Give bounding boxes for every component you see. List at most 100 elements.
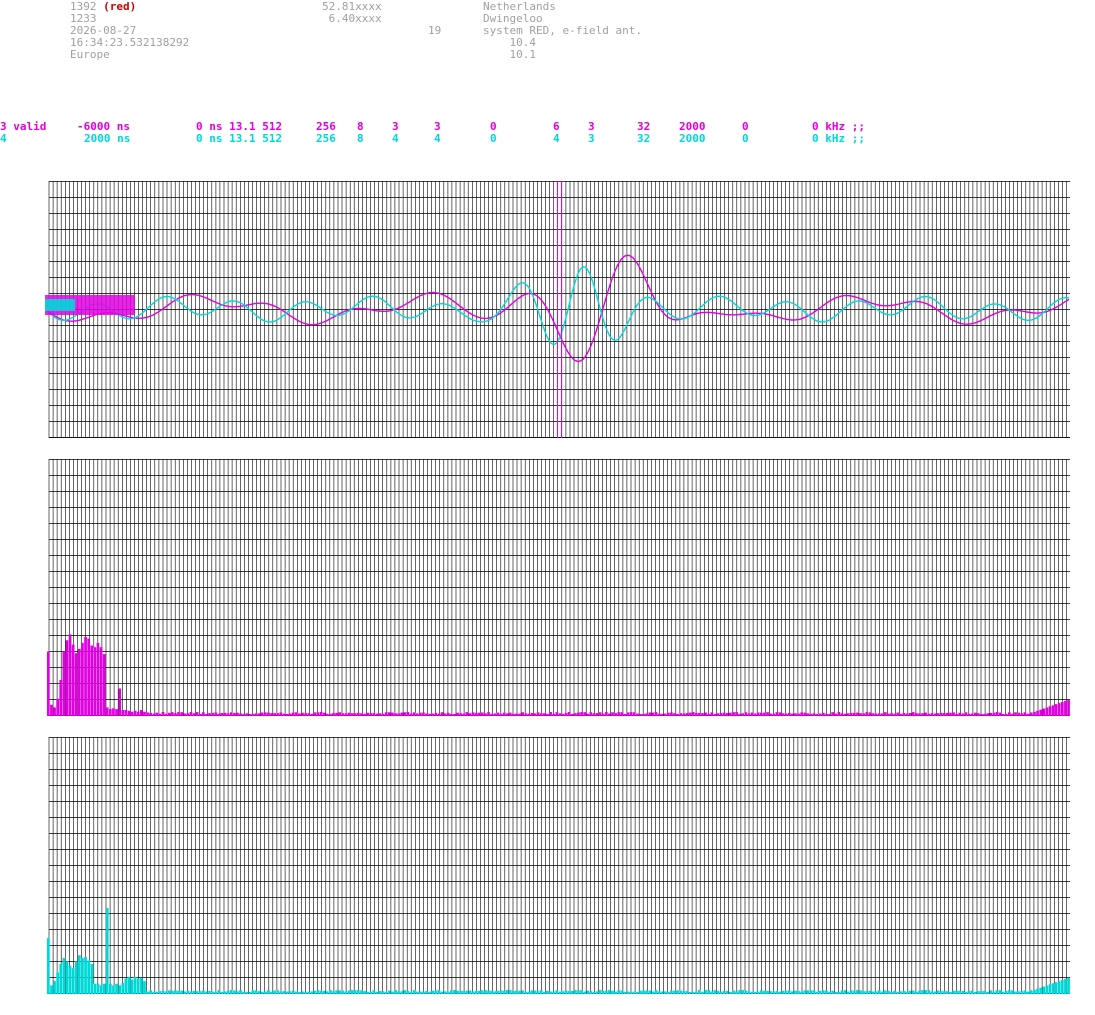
spectrum-cyan-floor-bar: [590, 991, 593, 994]
spectrum-cyan-floor-bar: [289, 991, 292, 994]
spectrum-cyan-floor-bar: [896, 992, 899, 994]
spectrum-cyan-floor-bar: [859, 990, 862, 994]
spectrum-magenta-floor-bar: [205, 714, 208, 716]
spectrum-magenta-floor-bar: [788, 713, 791, 716]
spectrum-cyan-bar: [69, 966, 72, 994]
spectrum-magenta-bar: [47, 652, 50, 717]
spectrum-cyan-floor-bar: [475, 991, 478, 994]
spectrum-cyan-floor-bar: [413, 990, 416, 994]
spectrum-cyan-floor-bar: [630, 992, 633, 994]
spectrum-cyan-floor-bar: [233, 991, 236, 995]
spectrum-plot-magenta[interactable]: [45, 459, 1070, 716]
channel-c8: 3: [588, 133, 595, 145]
spectrum-cyan-bar: [84, 957, 87, 994]
spectrum-magenta-floor-bar: [937, 713, 940, 716]
spectrum-cyan-floor-bar: [627, 992, 630, 995]
spectrum-cyan-floor-bar: [1014, 992, 1017, 995]
spectrum-magenta-floor-bar: [233, 713, 236, 716]
spectrum-magenta-floor-bar: [329, 714, 332, 716]
grid-lines: [49, 459, 1070, 716]
spectrum-magenta-floor-bar: [242, 714, 245, 716]
spectrum-magenta-floor-bar: [190, 712, 193, 716]
spectrum-cyan-floor-bar: [887, 991, 890, 994]
spectrum-cyan-floor-bar: [676, 990, 679, 994]
spectrum-cyan-floor-bar: [909, 991, 912, 994]
spectrum-magenta-floor-bar: [1017, 713, 1020, 716]
waveform-plot[interactable]: [45, 181, 1070, 438]
spectrum-magenta-floor-bar: [453, 714, 456, 716]
spectrum-magenta-floor-bar: [1027, 714, 1030, 716]
spectrum-magenta-floor-bar: [298, 713, 301, 716]
spectrum-cyan-floor-bar: [152, 992, 155, 994]
spectrum-cyan-floor-bar: [825, 991, 828, 994]
spectrum-cyan-bar: [103, 984, 106, 994]
spectrum-magenta-floor-bar: [466, 712, 469, 716]
spectrum-magenta-floor-bar: [267, 713, 270, 716]
spectrum-magenta-floor-bar: [726, 713, 729, 716]
spectrum-magenta-floor-bar: [779, 712, 782, 716]
spectrum-cyan-floor-bar: [360, 990, 363, 994]
spectrum-magenta-floor-bar: [692, 712, 695, 716]
spectrum-magenta-floor-bar: [934, 714, 937, 717]
spectrum-magenta-floor-bar: [980, 714, 983, 716]
spectrum-cyan-floor-bar: [379, 991, 382, 994]
spectrum-plot-cyan[interactable]: [45, 737, 1070, 994]
spectrum-cyan-floor-bar: [1005, 991, 1008, 994]
spectrum-magenta-floor-bar: [574, 713, 577, 716]
spectrum-cyan-floor-bar: [1027, 992, 1030, 994]
spectrum-magenta-floor-bar: [177, 712, 180, 716]
spectrum-cyan-floor-bar: [940, 991, 943, 994]
spectrum-cyan-floor-bar: [534, 991, 537, 994]
spectrum-cyan-floor-bar: [196, 991, 199, 994]
spectrum-magenta-floor-bar: [949, 713, 952, 716]
spectrum-cyan-floor-bar: [893, 991, 896, 994]
spectrum-magenta-floor-bar: [639, 714, 642, 716]
spectrum-magenta-bar: [59, 680, 62, 716]
spectrum-magenta-floor-bar: [214, 713, 217, 717]
spectrum-magenta-floor-bar: [679, 713, 682, 716]
spectrum-magenta-floor-bar: [174, 713, 177, 716]
spectrum-cyan-floor-bar: [943, 991, 946, 994]
spectrum-cyan-floor-bar: [850, 990, 853, 994]
spectrum-cyan-floor-bar: [493, 991, 496, 994]
spectrum-magenta-floor-bar: [552, 714, 555, 716]
spectrum-magenta-floor-bar: [862, 713, 865, 716]
spectrum-magenta-floor-bar: [444, 714, 447, 717]
spectrum-cyan-tail-bar: [1033, 990, 1036, 994]
spectrum-cyan-floor-bar: [816, 992, 819, 994]
channel-label: 4: [0, 133, 7, 145]
spectrum-cyan-floor-bar: [298, 992, 301, 994]
spectrum-cyan-floor-bar: [416, 992, 419, 994]
spectrum-magenta-floor-bar: [404, 712, 407, 716]
spectrum-cyan-floor-bar: [639, 991, 642, 994]
spectrum-magenta-floor-bar: [732, 712, 735, 716]
spectrum-magenta-floor-bar: [317, 712, 320, 716]
spectrum-magenta-floor-bar: [958, 713, 961, 716]
spectrum-canvas-magenta: [45, 459, 1070, 716]
spectrum-cyan-floor-bar: [1008, 990, 1011, 994]
spectrum-magenta-floor-bar: [171, 712, 174, 716]
spectrum-cyan-floor-bar: [441, 992, 444, 994]
spectrum-cyan-floor-bar: [559, 992, 562, 995]
spectrum-cyan-floor-bar: [1020, 991, 1023, 994]
spectrum-magenta-floor-bar: [921, 713, 924, 716]
spectrum-magenta-floor-bar: [295, 712, 298, 716]
spectrum-cyan-floor-bar: [314, 991, 317, 994]
spectrum-cyan-floor-bar: [757, 992, 760, 994]
spectrum-cyan-floor-bar: [794, 991, 797, 994]
spectrum-magenta-floor-bar: [193, 713, 196, 716]
spectrum-cyan-floor-bar: [174, 990, 177, 994]
spectrum-magenta-bar: [69, 634, 72, 716]
spectrum-magenta-floor-bar: [955, 714, 958, 716]
spectrum-magenta-floor-bar: [335, 713, 338, 716]
spectrum-cyan-floor-bar: [348, 991, 351, 994]
spectrum-magenta-bar: [87, 639, 90, 716]
spectrum-magenta-floor-bar: [304, 713, 307, 716]
spectrum-magenta-floor-bar: [518, 714, 521, 716]
spectrum-cyan-floor-bar: [732, 991, 735, 995]
spectrum-magenta-floor-bar: [593, 713, 596, 716]
spectrum-magenta-floor-bar: [301, 713, 304, 716]
spectrum-magenta-floor-bar: [422, 713, 425, 717]
spectrum-cyan-floor-bar: [320, 991, 323, 994]
spectrum-magenta-floor-bar: [366, 713, 369, 716]
